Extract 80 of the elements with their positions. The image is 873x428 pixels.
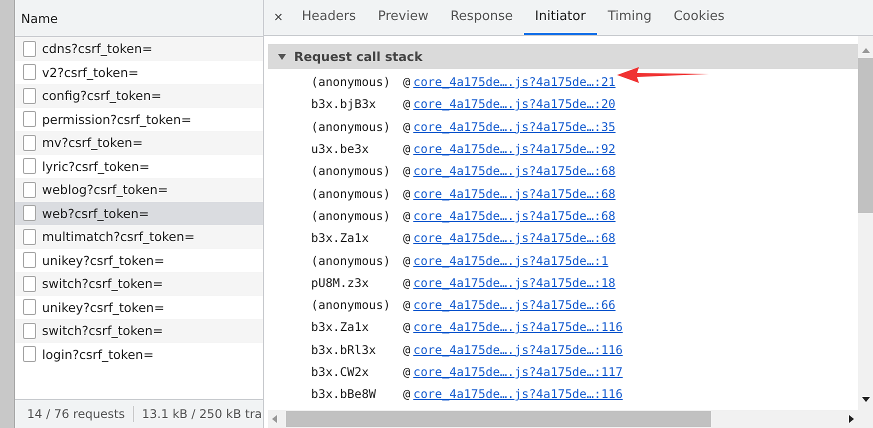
file-icon bbox=[23, 252, 36, 268]
function-name: (anonymous) bbox=[311, 298, 392, 312]
function-name: b3x.CW2x bbox=[311, 365, 370, 379]
file-icon bbox=[23, 205, 36, 222]
request-row[interactable]: cdns?csrf_token= bbox=[15, 37, 263, 60]
file-icon bbox=[23, 182, 36, 198]
source-link[interactable]: core_4a175de….js?4a175de…:116 bbox=[413, 320, 623, 334]
function-name: (anonymous) bbox=[311, 120, 392, 134]
source-link[interactable]: core_4a175de….js?4a175de…:21 bbox=[413, 75, 616, 90]
function-name: (anonymous) bbox=[311, 186, 392, 201]
at-sign: @ bbox=[403, 276, 410, 290]
section-header[interactable]: Request call stack bbox=[268, 44, 858, 69]
source-link[interactable]: core_4a175de….js?4a175de…:35 bbox=[413, 120, 616, 134]
file-icon bbox=[23, 158, 36, 174]
file-icon bbox=[23, 228, 36, 245]
file-icon bbox=[23, 134, 36, 151]
source-link[interactable]: core_4a175de….js?4a175de…:116 bbox=[413, 387, 623, 402]
at-sign: @ bbox=[403, 342, 410, 357]
source-link[interactable]: core_4a175de….js?4a175de…:1 bbox=[413, 254, 608, 268]
vertical-scrollbar[interactable] bbox=[858, 36, 873, 428]
function-name: (anonymous) bbox=[311, 208, 392, 223]
at-sign: @ bbox=[403, 97, 410, 112]
function-name: b3x.Za1x bbox=[311, 231, 370, 246]
tab[interactable]: Response bbox=[439, 0, 524, 35]
status-text: 14 / 76 requests bbox=[27, 407, 125, 421]
at-sign: @ bbox=[403, 142, 410, 156]
source-link[interactable]: core_4a175de….js?4a175de…:68 bbox=[413, 186, 616, 201]
source-link[interactable]: core_4a175de….js?4a175de…:68 bbox=[413, 231, 616, 246]
file-icon bbox=[23, 276, 36, 292]
request-row[interactable]: weblog?csrf_token= bbox=[15, 178, 263, 202]
source-link[interactable]: core_4a175de….js?4a175de…:18 bbox=[413, 276, 616, 290]
source-link[interactable]: core_4a175de….js?4a175de…:20 bbox=[413, 97, 616, 112]
source-link[interactable]: core_4a175de….js?4a175de…:117 bbox=[413, 365, 623, 379]
at-sign: @ bbox=[403, 186, 410, 201]
at-sign: @ bbox=[403, 164, 410, 178]
function-name: b3x.bRl3x bbox=[311, 342, 378, 357]
request-row[interactable]: mv?csrf_token= bbox=[15, 131, 263, 154]
tab[interactable]: Cookies bbox=[662, 0, 736, 35]
source-link[interactable]: core_4a175de….js?4a175de…:116 bbox=[413, 342, 623, 357]
close-button[interactable]: × bbox=[264, 0, 291, 35]
file-icon bbox=[23, 88, 36, 104]
at-sign: @ bbox=[403, 365, 410, 379]
function-name: (anonymous) bbox=[311, 254, 392, 268]
file-icon bbox=[23, 346, 36, 362]
tab[interactable]: Headers bbox=[290, 0, 367, 35]
at-sign: @ bbox=[403, 231, 410, 246]
at-sign: @ bbox=[403, 75, 410, 90]
function-name: (anonymous) bbox=[311, 164, 392, 178]
request-row[interactable]: web?csrf_token= bbox=[15, 202, 263, 225]
function-name: (anonymous) bbox=[311, 75, 392, 90]
at-sign: @ bbox=[403, 320, 410, 334]
function-name: b3x.bjB3x bbox=[311, 97, 378, 112]
function-name: u3x.be3x bbox=[311, 142, 370, 156]
at-sign: @ bbox=[403, 298, 410, 312]
source-link[interactable]: core_4a175de….js?4a175de…:66 bbox=[413, 298, 616, 312]
status-text: 13.1 kB / 250 kB tra bbox=[142, 407, 262, 421]
request-row[interactable]: switch?csrf_token= bbox=[15, 319, 263, 342]
at-sign: @ bbox=[403, 387, 410, 402]
at-sign: @ bbox=[403, 254, 410, 268]
file-icon bbox=[23, 299, 36, 316]
tab[interactable]: Initiator bbox=[524, 0, 597, 35]
tab[interactable]: Timing bbox=[596, 0, 663, 35]
request-row[interactable]: multimatch?csrf_token= bbox=[15, 225, 263, 248]
column-header[interactable]: Name bbox=[15, 0, 263, 37]
request-row[interactable]: switch?csrf_token= bbox=[15, 272, 263, 296]
request-row[interactable]: config?csrf_token= bbox=[15, 84, 263, 108]
function-name: b3x.Za1x bbox=[311, 320, 370, 334]
function-name: b3x.bBe8W bbox=[311, 387, 378, 402]
file-icon bbox=[23, 111, 36, 128]
source-link[interactable]: core_4a175de….js?4a175de…:68 bbox=[413, 164, 616, 178]
function-name: pU8M.z3x bbox=[311, 276, 370, 290]
at-sign: @ bbox=[403, 208, 410, 223]
file-icon bbox=[23, 64, 36, 80]
tab[interactable]: Preview bbox=[366, 0, 440, 35]
file-icon bbox=[23, 322, 36, 339]
source-link[interactable]: core_4a175de….js?4a175de…:68 bbox=[413, 208, 616, 223]
horizontal-scrollbar[interactable] bbox=[268, 410, 858, 428]
source-link[interactable]: core_4a175de….js?4a175de…:92 bbox=[413, 142, 616, 156]
at-sign: @ bbox=[403, 120, 410, 134]
file-icon bbox=[23, 40, 36, 57]
